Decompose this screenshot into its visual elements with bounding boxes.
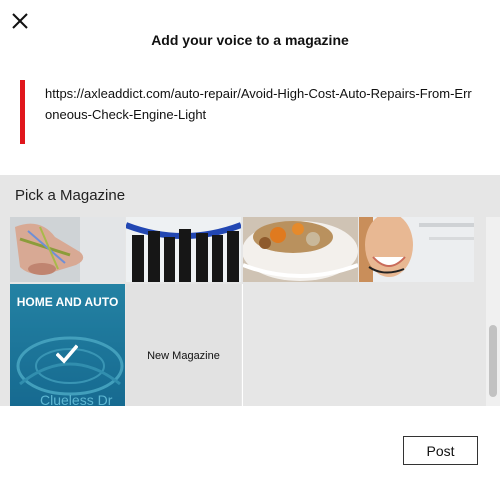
magazine-tile[interactable]	[359, 217, 474, 282]
close-button[interactable]	[9, 10, 31, 32]
headset-woman-photo	[359, 217, 474, 282]
checkmark-icon	[56, 344, 78, 364]
magazine-tile[interactable]	[243, 217, 358, 282]
dialog-title: Add your voice to a magazine	[151, 32, 349, 48]
new-magazine-label: New Magazine	[147, 350, 220, 362]
article-url: https://axleaddict.com/auto-repair/Avoid…	[45, 86, 472, 122]
magazine-tile[interactable]	[10, 217, 125, 282]
picker-label: Pick a Magazine	[15, 187, 126, 204]
new-magazine-tile[interactable]: New Magazine	[126, 284, 241, 406]
business-people-photo	[126, 217, 241, 282]
url-accent-bar	[20, 80, 25, 144]
magazine-grid-scrollbar[interactable]	[486, 217, 500, 406]
tile-divider	[242, 284, 243, 406]
post-button[interactable]: Post	[403, 436, 478, 465]
close-icon	[12, 13, 28, 29]
magazine-background-text: Clueless Dr	[40, 392, 113, 406]
magazine-title: HOME AND AUTO	[16, 295, 119, 309]
article-url-block: https://axleaddict.com/auto-repair/Avoid…	[20, 80, 472, 144]
magazine-tile[interactable]	[126, 217, 241, 282]
magazine-grid: HOME AND AUTO Clueless Dr New Magazine	[0, 217, 500, 406]
food-bowl-photo	[243, 217, 358, 282]
hand-photo	[10, 217, 125, 282]
magazine-tile-home-and-auto[interactable]: HOME AND AUTO Clueless Dr	[10, 284, 125, 406]
magazine-picker-header: Pick a Magazine	[0, 175, 500, 217]
scrollbar-thumb[interactable]	[489, 325, 497, 397]
